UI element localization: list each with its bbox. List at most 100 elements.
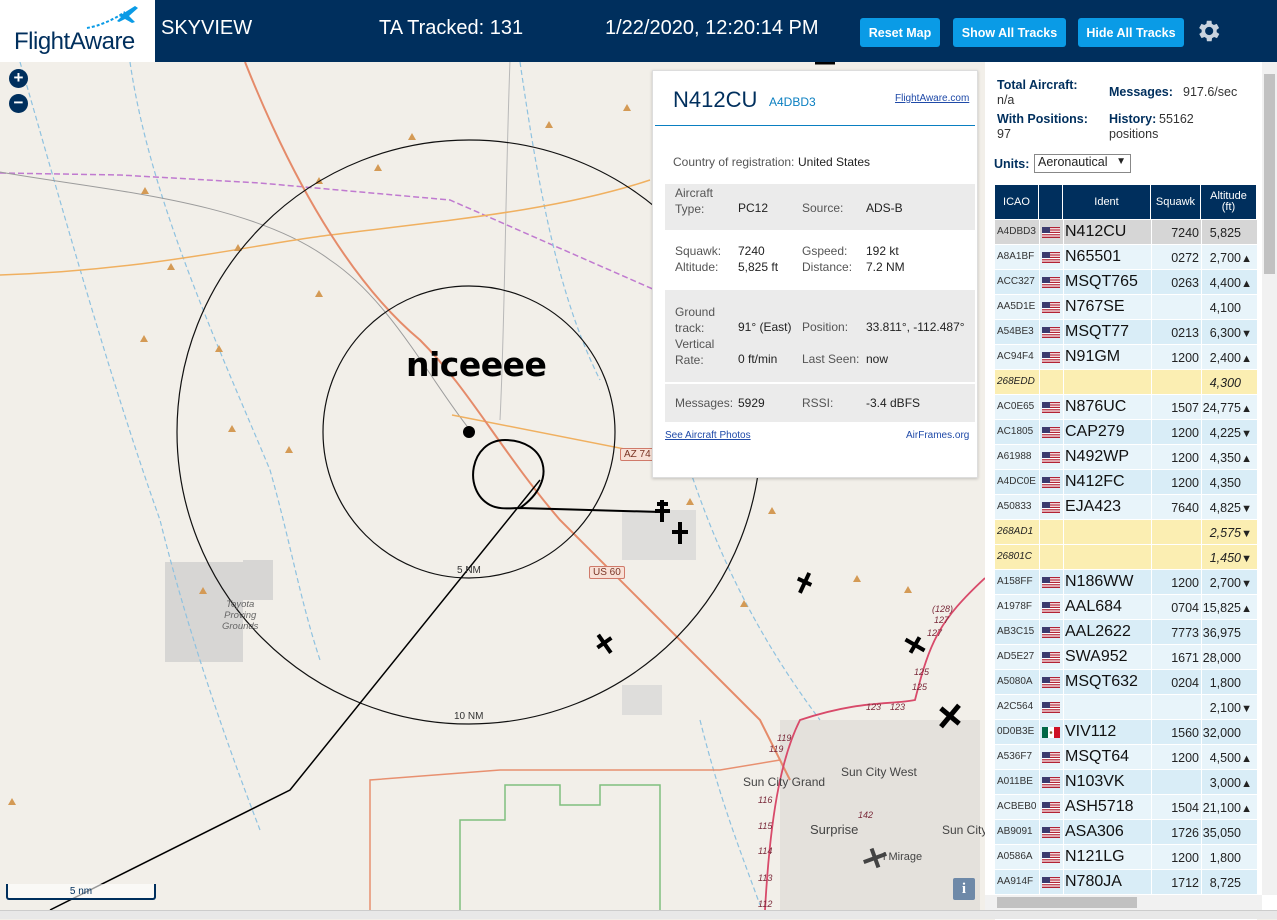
column-separator (1201, 570, 1202, 595)
altitude-trend-icon: ▲ (1241, 278, 1252, 290)
milepost-label: 127 (934, 615, 950, 625)
table-row[interactable]: A4DBD3 N412CU 7240 5,825 (995, 220, 1257, 245)
table-row[interactable]: ACC327 MSQT765 0263 4,400▲ (995, 270, 1257, 295)
horizontal-scrollbar[interactable] (985, 895, 1262, 910)
map-scale-bar: 5 nm (6, 884, 156, 900)
row-ident: N412FC (1065, 473, 1125, 490)
column-header-squawk[interactable]: Squawk (1151, 185, 1201, 219)
row-altitude-value: 4,825 (1209, 501, 1241, 515)
table-row[interactable]: AB9091 ASA306 1726 35,050 (995, 820, 1257, 845)
zoom-out-button[interactable]: − (9, 94, 28, 113)
popup-hex-code[interactable]: A4DBD3 (769, 95, 816, 109)
us-flag-icon (1042, 752, 1060, 763)
column-separator (1151, 470, 1152, 495)
row-altitude-value: 1,450 (1209, 551, 1241, 565)
flightaware-link[interactable]: FlightAware.com (895, 93, 969, 104)
table-row[interactable]: 268AD1 2,575▼ (995, 520, 1257, 545)
aircraft-photos-link[interactable]: See Aircraft Photos (665, 430, 751, 441)
table-row[interactable]: A2C564 2,100▼ (995, 695, 1257, 720)
column-separator (1039, 395, 1040, 420)
country-value: United States (798, 155, 871, 169)
table-row[interactable]: A1978F AAL684 0704 15,825▲ (995, 595, 1257, 620)
table-row[interactable]: AA914F N780JA 1712 8,725 (995, 870, 1257, 895)
table-row[interactable]: 0D0B3E VIV112 1560 32,000 (995, 720, 1257, 745)
table-row[interactable]: A50833 EJA423 7640 4,825▼ (995, 495, 1257, 520)
table-row[interactable]: AC1805 CAP279 1200 4,225▼ (995, 420, 1257, 445)
units-label: Units: (994, 157, 1030, 171)
table-row[interactable]: A61988 N492WP 1200 4,350▲ (995, 445, 1257, 470)
gspeed-value: 192 kt (866, 244, 899, 258)
gspeed-label: Gspeed: (802, 244, 848, 258)
scrollbar-thumb[interactable] (1264, 74, 1275, 274)
column-separator (1039, 620, 1040, 645)
boundary-line (0, 172, 656, 291)
row-squawk: 1726 (1171, 826, 1199, 840)
row-squawk: 0204 (1171, 676, 1199, 690)
table-row[interactable]: A54BE3 MSQT77 0213 6,300▼ (995, 320, 1257, 345)
road-orange-1 (0, 179, 651, 276)
row-ident: N121LG (1065, 848, 1125, 865)
column-separator (1039, 470, 1040, 495)
us-flag-icon (1042, 702, 1060, 713)
row-altitude: 24,775▲ (1203, 401, 1252, 415)
column-header-flag[interactable] (1039, 185, 1063, 219)
table-row[interactable]: A011BE N103VK 3,000▲ (995, 770, 1257, 795)
row-altitude-value: 21,100 (1202, 801, 1241, 815)
column-separator (1063, 570, 1064, 595)
reset-map-button[interactable]: Reset Map (860, 18, 940, 47)
table-row[interactable]: AD5E27 SWA952 1671 28,000 (995, 645, 1257, 670)
row-icao: 268EDD (997, 376, 1035, 387)
table-row[interactable]: A0586A N121LG 1200 1,800 (995, 845, 1257, 870)
row-altitude: 36,975 (1203, 626, 1252, 640)
milepost-label: 123 (866, 702, 882, 712)
row-ident: N492WP (1065, 448, 1130, 465)
row-altitude-value: 32,000 (1202, 726, 1241, 740)
column-separator (1063, 270, 1064, 295)
table-row[interactable]: AB3C15 AAL2622 7773 36,975 (995, 620, 1257, 645)
table-row[interactable]: ACBEB0 ASH5718 1504 21,100▲ (995, 795, 1257, 820)
table-row[interactable]: 268EDD 4,300 (995, 370, 1257, 395)
table-row[interactable]: A4DC0E N412FC 1200 4,350 (995, 470, 1257, 495)
column-separator (1063, 520, 1064, 545)
units-selected-value: Aeronautical (1038, 155, 1108, 169)
map-info-button[interactable]: i (953, 878, 975, 900)
zoom-in-button[interactable]: + (9, 69, 28, 88)
units-select[interactable]: Aeronautical ▼ (1034, 154, 1131, 173)
milepost-label: 116 (758, 795, 773, 805)
row-ident: MSQT77 (1065, 323, 1130, 340)
column-separator (1063, 745, 1064, 770)
table-row[interactable]: A158FF N186WW 1200 2,700▼ (995, 570, 1257, 595)
table-row[interactable]: A8A1BF N65501 0272 2,700▲ (995, 245, 1257, 270)
table-row[interactable]: AC94F4 N91GM 1200 2,400▲ (995, 345, 1257, 370)
column-separator (1039, 270, 1040, 295)
flightaware-logo[interactable]: FlightAware (0, 0, 155, 62)
row-squawk: 0213 (1171, 326, 1199, 340)
squawk-value: 7240 (738, 244, 765, 258)
hide-all-tracks-button[interactable]: Hide All Tracks (1078, 18, 1184, 47)
row-icao: AA5D1E (997, 301, 1036, 312)
table-row[interactable]: A5080A MSQT632 0204 1,800 (995, 670, 1257, 695)
table-row[interactable]: 26801C 1,450▼ (995, 545, 1257, 570)
column-separator (1151, 620, 1152, 645)
table-row[interactable]: A536F7 MSQT64 1200 4,500▲ (995, 745, 1257, 770)
show-all-tracks-button[interactable]: Show All Tracks (953, 18, 1066, 47)
column-header-icao[interactable]: ICAO (995, 185, 1039, 219)
receiver-location (463, 426, 475, 438)
sun-city-label: Sun City (942, 823, 985, 837)
table-row[interactable]: AA5D1E N767SE 4,100 (995, 295, 1257, 320)
popup-divider (655, 125, 975, 126)
column-separator (1063, 345, 1064, 370)
scrollbar-thumb[interactable] (997, 897, 1137, 908)
column-separator (1151, 795, 1152, 820)
airframes-link[interactable]: AirFrames.org (906, 430, 969, 441)
table-row[interactable]: AC0E65 N876UC 1507 24,775▲ (995, 395, 1257, 420)
column-header-ident[interactable]: Ident (1063, 185, 1151, 219)
vertical-scrollbar[interactable] (1262, 62, 1277, 895)
last-seen-value: now (866, 352, 889, 366)
messages-label: Messages: (675, 396, 734, 410)
rssi-value: -3.4 dBFS (866, 396, 921, 410)
column-header-altitude[interactable]: Altitude (ft) (1201, 185, 1257, 219)
az-74-shield: AZ 74 (620, 448, 655, 461)
row-icao: A54BE3 (997, 326, 1034, 337)
gear-icon[interactable] (1194, 17, 1222, 45)
